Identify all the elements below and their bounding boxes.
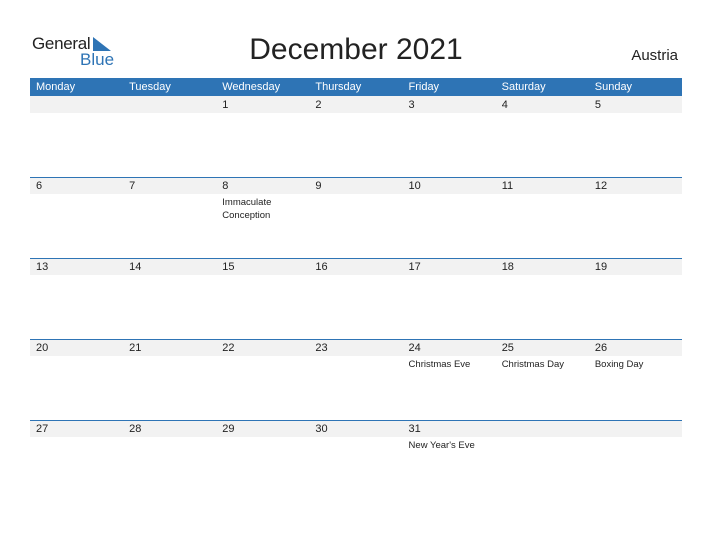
- week-row: 20 21 22 23 24 Christmas Eve 25 Christmas Day 26…: [30, 339, 682, 420]
- day-cell: 26 Boxing Day: [589, 339, 682, 420]
- holiday-label: Christmas Day: [501, 359, 564, 370]
- day-cell: 12: [589, 177, 682, 258]
- day-cell: 7: [123, 177, 216, 258]
- day-cell: 1: [216, 96, 309, 177]
- day-cell: 27: [30, 420, 123, 501]
- day-number: 21: [129, 342, 142, 354]
- day-number: 29: [222, 423, 235, 435]
- day-number: 31: [408, 423, 421, 435]
- day-number: 23: [315, 342, 328, 354]
- day-number: 27: [36, 423, 49, 435]
- holiday-label: Immaculate Conception: [222, 197, 272, 221]
- day-cell: [123, 96, 216, 177]
- day-cell: 10: [403, 177, 496, 258]
- day-number: 10: [408, 180, 421, 192]
- weekday-saturday: Saturday: [501, 81, 546, 93]
- weekday-thursday: Thursday: [315, 81, 362, 93]
- day-number: 9: [315, 180, 322, 192]
- day-number: 12: [594, 180, 608, 192]
- day-number: 19: [594, 261, 608, 273]
- day-number: 14: [129, 261, 142, 273]
- day-number: 22: [222, 342, 235, 354]
- day-cell: 4: [496, 96, 589, 177]
- day-number: 24: [408, 342, 421, 354]
- day-cell: 2: [309, 96, 402, 177]
- weekday-friday: Friday: [408, 81, 440, 93]
- day-cell: 17: [403, 258, 496, 339]
- day-number: 7: [129, 180, 136, 192]
- day-cell: 31 New Year's Eve: [403, 420, 496, 501]
- day-cell: 18: [496, 258, 589, 339]
- day-cell: 15: [216, 258, 309, 339]
- weekday-wednesday: Wednesday: [222, 81, 281, 93]
- day-number: 30: [315, 423, 328, 435]
- day-cell: [589, 420, 682, 501]
- day-cell: 13: [30, 258, 123, 339]
- day-cell: 3: [403, 96, 496, 177]
- holiday-label: Boxing Day: [594, 359, 644, 370]
- day-cell: 22: [216, 339, 309, 420]
- day-cell: 28: [123, 420, 216, 501]
- day-cell: 20: [30, 339, 123, 420]
- day-number: 4: [501, 99, 508, 111]
- weekday-tuesday: Tuesday: [129, 81, 171, 93]
- week-row: 13 14 15 16 17 18 19: [30, 258, 682, 339]
- day-number: 8: [222, 180, 229, 192]
- day-cell: [30, 96, 123, 177]
- day-cell: 25 Christmas Day: [496, 339, 589, 420]
- day-number: 1: [222, 99, 229, 111]
- day-number: 6: [36, 180, 43, 192]
- day-cell: 19: [589, 258, 682, 339]
- day-number: 11: [501, 180, 514, 192]
- day-cell: 23: [309, 339, 402, 420]
- country-label: Austria: [631, 47, 678, 64]
- day-cell: 24 Christmas Eve: [403, 339, 496, 420]
- holiday-label: Christmas Eve: [408, 359, 471, 370]
- day-number: 15: [222, 261, 235, 273]
- day-cell: 9: [309, 177, 402, 258]
- weekday-header: Monday Tuesday Wednesday Thursday Friday Satu…: [30, 78, 682, 96]
- week-row: 1 2 3 4 5: [30, 96, 682, 177]
- page-title: December 2021: [249, 33, 463, 66]
- day-number: 5: [594, 99, 601, 111]
- day-cell: 21: [123, 339, 216, 420]
- weekday-sunday: Sunday: [594, 81, 633, 93]
- day-cell: 11: [496, 177, 589, 258]
- day-number: 18: [501, 261, 514, 273]
- day-cell: 5: [589, 96, 682, 177]
- day-number: 16: [315, 261, 328, 273]
- day-cell: 14: [123, 258, 216, 339]
- day-number: 13: [36, 261, 49, 273]
- day-cell: 29: [216, 420, 309, 501]
- week-row: 27 28 29 30 31 New Year's Eve: [30, 420, 682, 501]
- day-cell: 30: [309, 420, 402, 501]
- day-cell: [496, 420, 589, 501]
- day-number: 17: [408, 261, 421, 273]
- holiday-label: New Year's Eve: [408, 440, 475, 451]
- weekday-monday: Monday: [36, 81, 76, 93]
- day-number: 26: [594, 342, 608, 354]
- day-cell: 6: [30, 177, 123, 258]
- day-number: 28: [129, 423, 142, 435]
- day-number: 20: [36, 342, 49, 354]
- week-row: 6 7 8 Immaculate Conception 9 10 11 12: [30, 177, 682, 258]
- day-number: 2: [315, 99, 322, 111]
- day-cell: 8 Immaculate Conception: [216, 177, 309, 258]
- day-cell: 16: [309, 258, 402, 339]
- calendar-grid: Monday Tuesday Wednesday Thursday Friday Satu…: [30, 78, 682, 501]
- day-number: 3: [408, 99, 415, 111]
- day-number: 25: [501, 342, 514, 354]
